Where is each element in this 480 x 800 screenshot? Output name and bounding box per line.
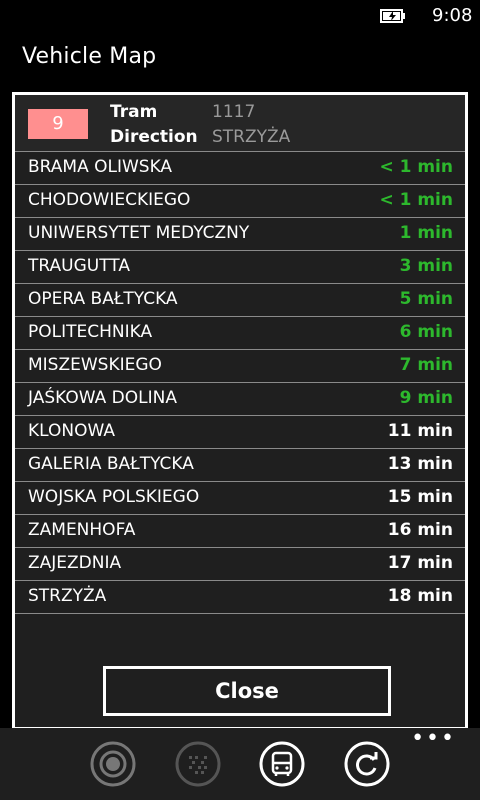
page-title: Vehicle Map: [22, 44, 157, 69]
stop-name: ZAMENHOFA: [28, 520, 136, 540]
stop-row[interactable]: BRAMA OLIWSKA < 1 min: [15, 151, 465, 184]
refresh-icon[interactable]: [343, 740, 391, 788]
vehicle-type-label: Tram: [110, 102, 158, 122]
stop-row[interactable]: TRAUGUTTA 3 min: [15, 250, 465, 283]
stop-name: BRAMA OLIWSKA: [28, 157, 173, 177]
stop-eta: 17 min: [387, 553, 453, 573]
stop-eta: < 1 min: [379, 190, 453, 210]
app-root: 9:08 Vehicle Map 9 Tram 1117 Direction S…: [0, 0, 480, 800]
status-bar: 9:08: [0, 0, 480, 32]
stop-row[interactable]: WOJSKA POLSKIEGO 15 min: [15, 481, 465, 514]
vehicle-id: 1117: [212, 102, 256, 122]
stop-name: MISZEWSKIEGO: [28, 355, 162, 375]
stop-eta: 1 min: [399, 223, 453, 243]
stop-name: STRZYŻA: [28, 586, 107, 606]
stop-name: TRAUGUTTA: [28, 256, 130, 276]
stop-row[interactable]: ZAMENHOFA 16 min: [15, 514, 465, 547]
stop-eta: 13 min: [387, 454, 453, 474]
stops-list: BRAMA OLIWSKA < 1 min CHODOWIECKIEGO < 1 mi…: [15, 151, 465, 614]
stop-row[interactable]: UNIWERSYTET MEDYCZNY 1 min: [15, 217, 465, 250]
stop-eta: 16 min: [387, 520, 453, 540]
stop-row[interactable]: STRZYŻA 18 min: [15, 580, 465, 614]
stop-name: WOJSKA POLSKIEGO: [28, 487, 200, 507]
stop-row[interactable]: POLITECHNIKA 6 min: [15, 316, 465, 349]
stop-name: ZAJEZDNIA: [28, 553, 122, 573]
battery-charging-icon: [380, 9, 405, 23]
stop-row[interactable]: ZAJEZDNIA 17 min: [15, 547, 465, 580]
record-icon[interactable]: [89, 740, 137, 788]
stop-eta: 11 min: [387, 421, 453, 441]
stop-name: UNIWERSYTET MEDYCZNY: [28, 223, 250, 243]
stop-eta: 9 min: [399, 388, 453, 408]
stop-row[interactable]: OPERA BAŁTYCKA 5 min: [15, 283, 465, 316]
app-bar: •••: [0, 728, 480, 800]
stop-name: OPERA BAŁTYCKA: [28, 289, 178, 309]
stop-name: KLONOWA: [28, 421, 116, 441]
direction-value: STRZYŻA: [212, 127, 291, 147]
stop-row[interactable]: GALERIA BAŁTYCKA 13 min: [15, 448, 465, 481]
stop-row[interactable]: CHODOWIECKIEGO < 1 min: [15, 184, 465, 217]
stop-eta: < 1 min: [379, 157, 453, 177]
stop-name: GALERIA BAŁTYCKA: [28, 454, 194, 474]
stop-eta: 6 min: [399, 322, 453, 342]
stop-eta: 15 min: [387, 487, 453, 507]
clock: 9:08: [432, 5, 473, 26]
stop-eta: 3 min: [399, 256, 453, 276]
stop-eta: 5 min: [399, 289, 453, 309]
stop-row[interactable]: MISZEWSKIEGO 7 min: [15, 349, 465, 382]
bus-icon[interactable]: [258, 740, 306, 788]
vehicle-info-panel: 9 Tram 1117 Direction STRZYŻA BRAMA OLIW…: [12, 92, 468, 730]
stop-name: CHODOWIECKIEGO: [28, 190, 191, 210]
line-number-badge: 9: [28, 109, 88, 139]
stop-eta: 7 min: [399, 355, 453, 375]
stop-name: JAŚKOWA DOLINA: [28, 388, 177, 408]
stop-eta: 18 min: [387, 586, 453, 606]
vehicle-header: 9 Tram 1117 Direction STRZYŻA: [15, 95, 465, 151]
stop-row[interactable]: KLONOWA 11 min: [15, 415, 465, 448]
ellipsis-icon[interactable]: •••: [411, 728, 456, 750]
dots-pattern-icon[interactable]: [174, 740, 222, 788]
close-button[interactable]: Close: [103, 666, 391, 716]
stop-row[interactable]: JAŚKOWA DOLINA 9 min: [15, 382, 465, 415]
direction-label: Direction: [110, 127, 198, 147]
stop-name: POLITECHNIKA: [28, 322, 153, 342]
